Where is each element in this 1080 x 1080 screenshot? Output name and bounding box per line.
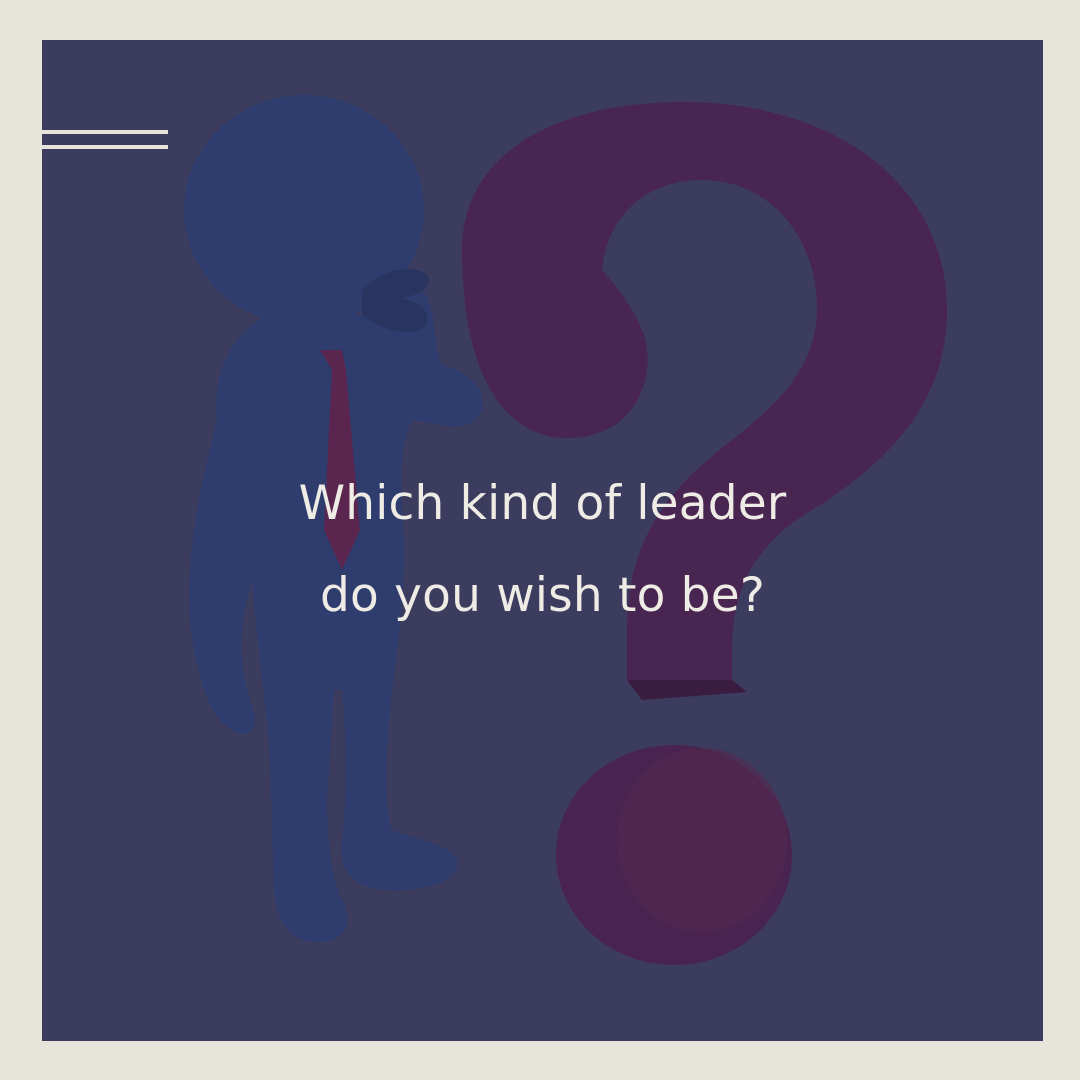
headline: Which kind of leader do you wish to be? [42, 458, 1043, 642]
menu-rule-top [42, 130, 168, 134]
headline-line-1: Which kind of leader [298, 476, 787, 531]
post-frame: Which kind of leader do you wish to be? [0, 0, 1080, 1080]
menu-rule-bottom [42, 145, 168, 149]
post-panel: Which kind of leader do you wish to be? [42, 40, 1043, 1041]
headline-line-2: do you wish to be? [320, 568, 765, 623]
